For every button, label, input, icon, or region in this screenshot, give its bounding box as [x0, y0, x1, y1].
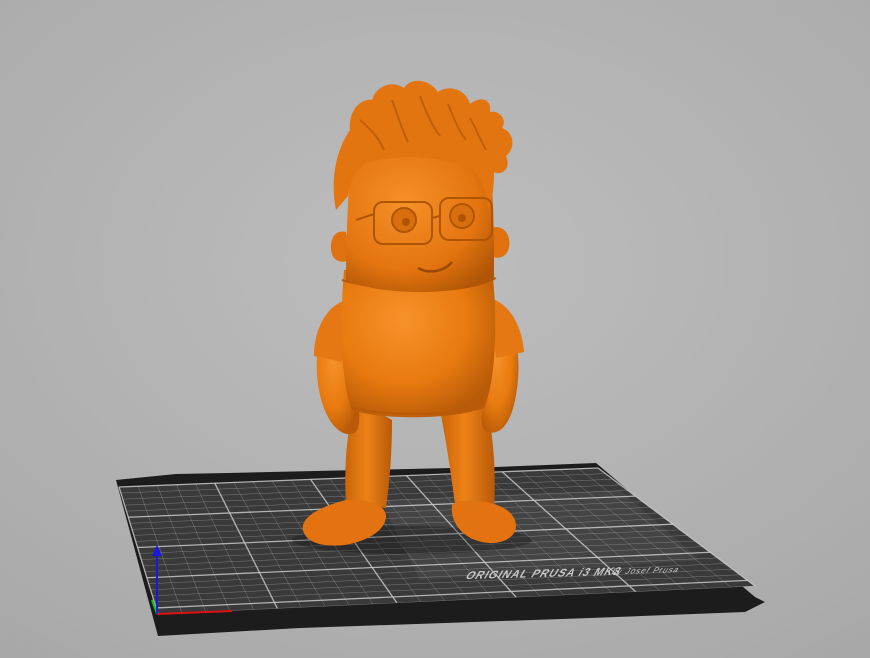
3d-viewport[interactable]: ORIGINAL PRUSA i3 MK3 by Josef Prusa [0, 0, 870, 658]
3d-scene[interactable] [0, 0, 870, 658]
left-sleeve [314, 300, 346, 362]
